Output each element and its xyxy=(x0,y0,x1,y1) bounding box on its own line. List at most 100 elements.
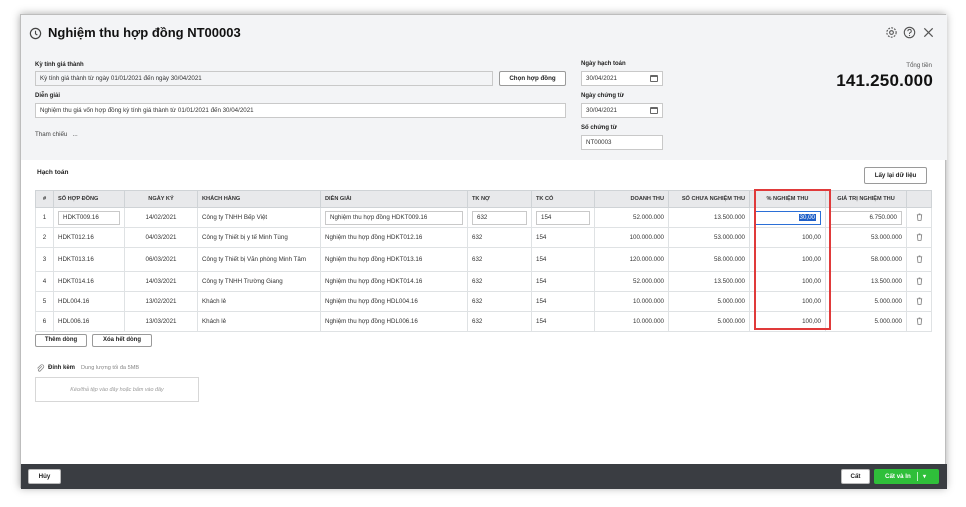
cell-value[interactable]: 13.500.000 xyxy=(825,271,907,292)
cell-debit[interactable]: 632 xyxy=(467,227,532,248)
cell-no: 2 xyxy=(35,227,54,248)
cell-customer: Khách lẻ xyxy=(197,291,321,312)
cancel-button[interactable]: Hủy xyxy=(28,469,61,484)
cell-contract[interactable]: HDKT009.16 xyxy=(53,207,125,228)
cell-desc[interactable]: Nghiệm thu hợp đồng HDKT013.16 xyxy=(320,247,468,272)
cell-contract[interactable]: HDL004.16 xyxy=(53,291,125,312)
cell-debit[interactable]: 632 xyxy=(467,291,532,312)
trash-icon[interactable] xyxy=(916,297,923,305)
value-input[interactable]: 6.750.000 xyxy=(830,210,902,225)
col-header-value[interactable]: GIÁ TRỊ NGHIỆM THU xyxy=(825,190,907,208)
cell-desc[interactable]: Nghiệm thu hợp đồng HDKT009.16 xyxy=(320,207,468,228)
credit-input[interactable]: 154 xyxy=(536,210,590,225)
col-header-sign-date[interactable]: NGÀY KÝ xyxy=(124,190,198,208)
cell-contract[interactable]: HDKT012.16 xyxy=(53,227,125,248)
cell-credit[interactable]: 154 xyxy=(531,207,595,228)
cell-credit[interactable]: 154 xyxy=(531,311,595,332)
table-row[interactable]: 1 HDKT009.16 14/02/2021 Công ty TNHH Bếp… xyxy=(35,207,932,228)
percent-selected-text: 30,00 xyxy=(798,213,816,221)
col-header-contract[interactable]: SỐ HỢP ĐỒNG xyxy=(53,190,125,208)
attachment-dropzone[interactable]: Kéo/thả tệp vào đây hoặc bấm vào đây xyxy=(35,377,199,402)
cell-percent[interactable]: 30,00 xyxy=(749,207,826,228)
cell-customer: Công ty Thiết bị Văn phòng Minh Tâm xyxy=(197,247,321,272)
doc-date-value: 30/04/2021 xyxy=(586,107,617,114)
cell-remaining: 53.000.000 xyxy=(668,227,750,248)
calendar-icon[interactable] xyxy=(650,75,658,82)
doc-no-field[interactable]: NT00003 xyxy=(581,135,663,150)
cell-credit[interactable]: 154 xyxy=(531,291,595,312)
reference-more[interactable]: ... xyxy=(73,131,78,138)
cell-credit[interactable]: 154 xyxy=(531,271,595,292)
cell-value[interactable]: 53.000.000 xyxy=(825,227,907,248)
table-row[interactable]: 6 HDL006.16 13/03/2021 Khách lẻ Nghiệm t… xyxy=(35,311,932,332)
table-row[interactable]: 4 HDKT014.16 14/03/2021 Công ty TNHH Trư… xyxy=(35,271,932,292)
cell-value[interactable]: 5.000.000 xyxy=(825,291,907,312)
save-and-print-button[interactable]: Cất và In ▾ xyxy=(874,469,939,484)
reference-label[interactable]: Tham chiếu ... xyxy=(35,131,78,138)
trash-icon[interactable] xyxy=(916,277,923,285)
trash-icon[interactable] xyxy=(916,255,923,263)
reload-data-button[interactable]: Lấy lại dữ liệu xyxy=(864,167,927,184)
calendar-icon[interactable] xyxy=(650,107,658,114)
cell-percent[interactable]: 100,00 xyxy=(749,247,826,272)
add-row-button[interactable]: Thêm dòng xyxy=(35,334,87,347)
cell-customer: Công ty Thiết bị y tế Minh Tùng xyxy=(197,227,321,248)
cell-date: 04/03/2021 xyxy=(124,227,198,248)
col-header-credit[interactable]: TK CÓ xyxy=(531,190,595,208)
table-row[interactable]: 5 HDL004.16 13/02/2021 Khách lẻ Nghiệm t… xyxy=(35,291,932,312)
cell-value[interactable]: 6.750.000 xyxy=(825,207,907,228)
table-row[interactable]: 3 HDKT013.16 06/03/2021 Công ty Thiết bị… xyxy=(35,247,932,272)
debit-input[interactable]: 632 xyxy=(472,210,527,225)
cell-debit[interactable]: 632 xyxy=(467,271,532,292)
trash-icon[interactable] xyxy=(916,233,923,241)
cell-desc[interactable]: Nghiệm thu hợp đồng HDKT012.16 xyxy=(320,227,468,248)
table-row[interactable]: 2 HDKT012.16 04/03/2021 Công ty Thiết bị… xyxy=(35,227,932,248)
cell-debit[interactable]: 632 xyxy=(467,247,532,272)
posting-date-field[interactable]: 30/04/2021 xyxy=(581,71,663,86)
help-icon[interactable] xyxy=(903,26,916,39)
cell-percent[interactable]: 100,00 xyxy=(749,227,826,248)
col-header-no[interactable]: # xyxy=(35,190,54,208)
total-amount: 141.250.000 xyxy=(836,71,933,90)
cell-date: 14/03/2021 xyxy=(124,271,198,292)
save-button[interactable]: Cất xyxy=(841,469,870,484)
cell-contract[interactable]: HDL006.16 xyxy=(53,311,125,332)
doc-date-label: Ngày chứng từ xyxy=(581,93,625,99)
cell-desc[interactable]: Nghiệm thu hợp đồng HDL004.16 xyxy=(320,291,468,312)
period-field[interactable]: Kỳ tính giá thành từ ngày 01/01/2021 đến… xyxy=(35,71,493,86)
cell-credit[interactable]: 154 xyxy=(531,247,595,272)
col-header-revenue[interactable]: DOANH THU xyxy=(594,190,669,208)
cell-contract[interactable]: HDKT013.16 xyxy=(53,247,125,272)
cell-percent[interactable]: 100,00 xyxy=(749,291,826,312)
cell-desc[interactable]: Nghiệm thu hợp đồng HDKT014.16 xyxy=(320,271,468,292)
cell-percent[interactable]: 100,00 xyxy=(749,271,826,292)
cell-contract[interactable]: HDKT014.16 xyxy=(53,271,125,292)
percent-input[interactable]: 30,00 xyxy=(754,210,821,225)
description-input[interactable]: Nghiệm thu hợp đồng HDKT009.16 xyxy=(325,210,463,225)
col-header-percent[interactable]: % NGHIỆM THU xyxy=(749,190,826,208)
delete-all-rows-button[interactable]: Xóa hết dòng xyxy=(92,334,152,347)
doc-date-field[interactable]: 30/04/2021 xyxy=(581,103,663,118)
trash-icon[interactable] xyxy=(916,317,923,325)
gear-icon[interactable] xyxy=(885,26,898,39)
cell-debit[interactable]: 632 xyxy=(467,207,532,228)
col-header-debit[interactable]: TK NỢ xyxy=(467,190,532,208)
total-label: Tổng tiền xyxy=(906,62,932,69)
cell-percent[interactable]: 100,00 xyxy=(749,311,826,332)
contract-input[interactable]: HDKT009.16 xyxy=(58,210,120,225)
cell-value[interactable]: 5.000.000 xyxy=(825,311,907,332)
col-header-description[interactable]: DIỄN GIẢI xyxy=(320,190,468,208)
cell-desc[interactable]: Nghiệm thu hợp đồng HDL006.16 xyxy=(320,311,468,332)
description-field[interactable]: Nghiệm thu giá vốn hợp đồng kỳ tính giá … xyxy=(35,103,566,118)
history-icon xyxy=(29,27,42,40)
col-header-customer[interactable]: KHÁCH HÀNG xyxy=(197,190,321,208)
trash-icon[interactable] xyxy=(916,213,923,221)
cell-credit[interactable]: 154 xyxy=(531,227,595,248)
cell-debit[interactable]: 632 xyxy=(467,311,532,332)
col-header-remaining[interactable]: SỐ CHƯA NGHIỆM THU xyxy=(668,190,750,208)
choose-contract-button[interactable]: Chọn hợp đồng xyxy=(499,71,566,86)
close-icon[interactable] xyxy=(922,26,935,39)
chevron-down-icon[interactable]: ▾ xyxy=(923,470,926,483)
cell-value[interactable]: 58.000.000 xyxy=(825,247,907,272)
cell-date: 06/03/2021 xyxy=(124,247,198,272)
